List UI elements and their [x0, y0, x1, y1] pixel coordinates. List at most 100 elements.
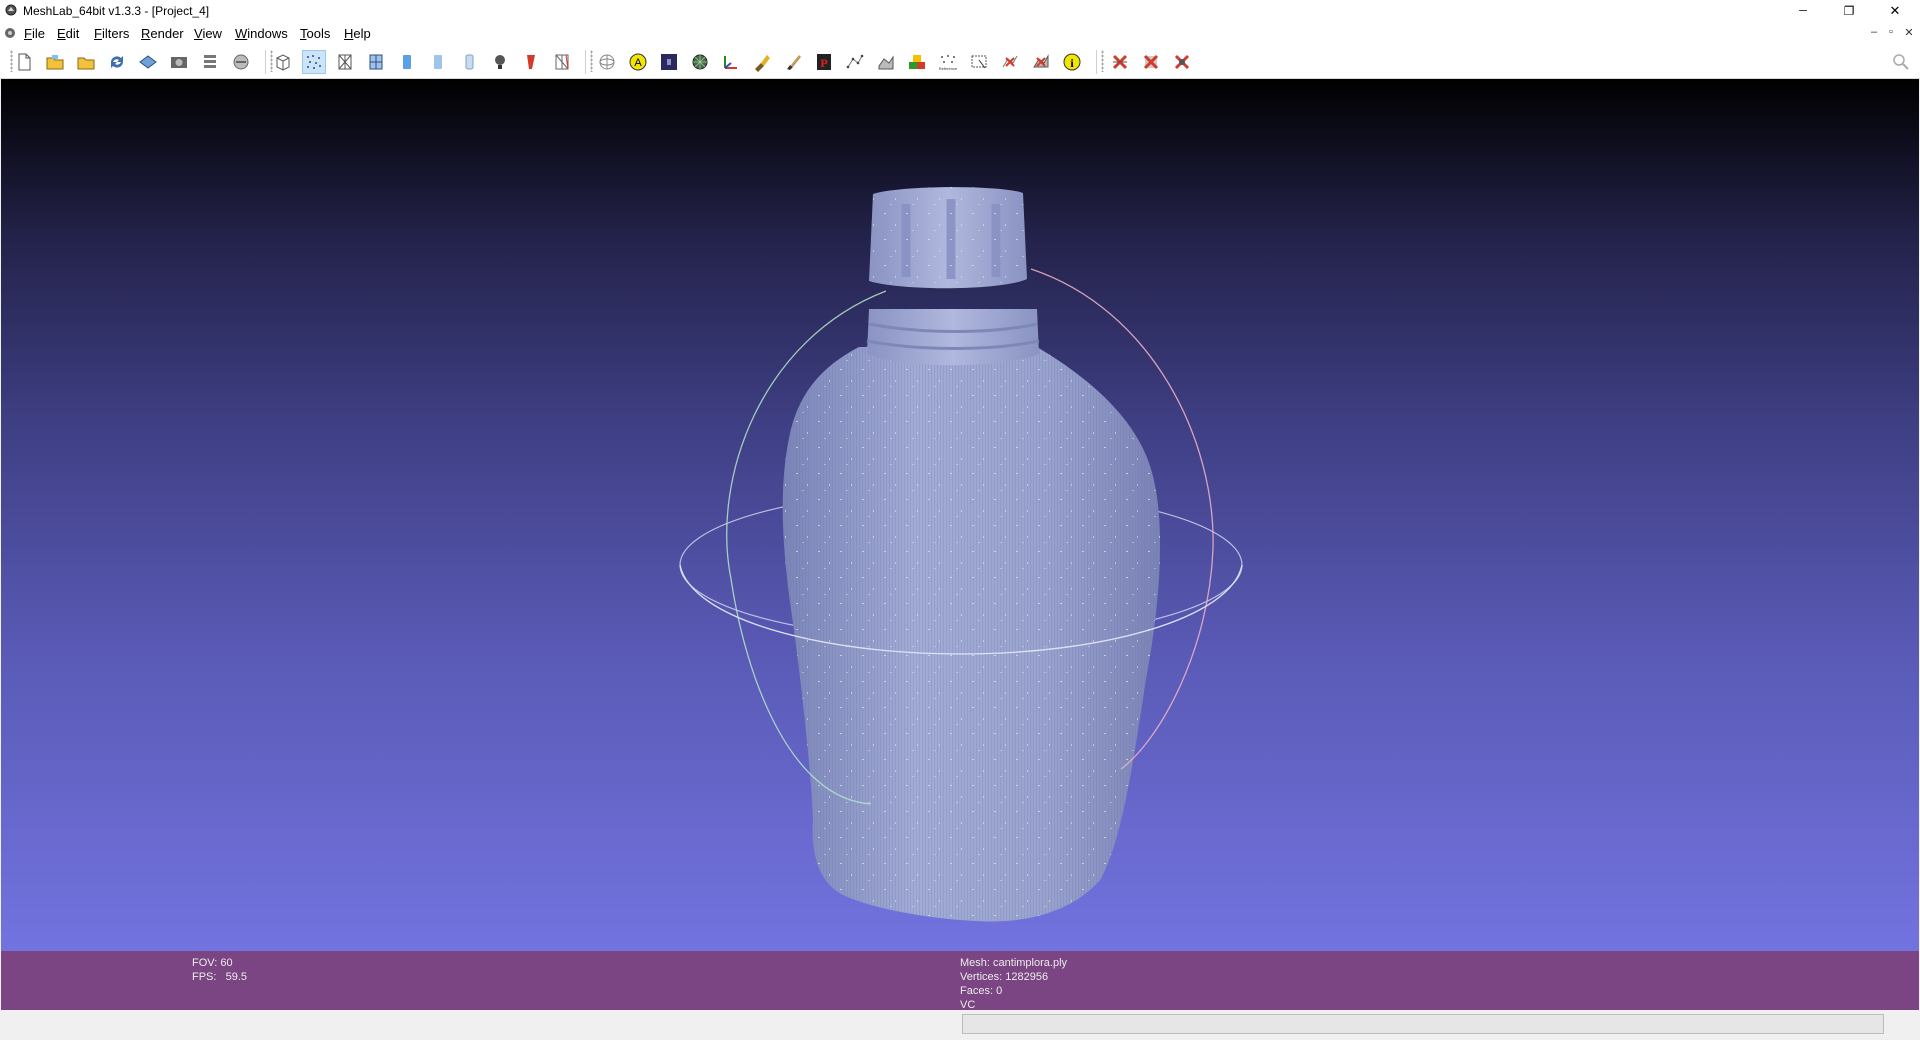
backface-button[interactable]	[550, 50, 574, 74]
3d-viewport[interactable]	[1, 79, 1919, 951]
toolbar-separator	[265, 50, 266, 74]
flat-lines-button[interactable]	[395, 50, 419, 74]
delete-faces-button[interactable]	[998, 50, 1022, 74]
reload-icon	[111, 56, 123, 68]
select-area-button[interactable]	[967, 50, 991, 74]
pdf-button[interactable]: P	[812, 50, 836, 74]
smooth-button[interactable]	[457, 50, 481, 74]
brush-button[interactable]	[781, 50, 805, 74]
measure-image-button[interactable]	[657, 50, 681, 74]
menu-help[interactable]: Help	[344, 26, 371, 41]
axis-button[interactable]	[719, 50, 743, 74]
toolbar-separator	[1096, 50, 1097, 74]
vertices-readout: Vertices: 1282956	[960, 971, 1049, 983]
fps-readout: FPS: 59.5	[192, 971, 248, 983]
delete-faces-icon	[1002, 55, 1018, 68]
bounding-box-button[interactable]	[271, 50, 295, 74]
menu-view[interactable]: View	[194, 26, 222, 41]
delete-all-x-icon	[1174, 54, 1190, 70]
delete-faces-x-icon	[1143, 54, 1159, 70]
flat-icon	[434, 55, 442, 69]
menu-file[interactable]: File	[24, 26, 45, 41]
menu-edit[interactable]: Edit	[57, 26, 79, 41]
menu-filters[interactable]: Filters	[94, 26, 129, 41]
paint-button[interactable]	[750, 50, 774, 74]
reference-button[interactable]: Reference	[936, 50, 960, 74]
double-light-button[interactable]	[519, 50, 543, 74]
paint-icon	[755, 55, 770, 72]
menu-tools[interactable]: Tools	[300, 26, 330, 41]
double-light-icon	[527, 55, 535, 69]
wireframe-icon	[338, 54, 352, 70]
mdi-document-icon[interactable]	[4, 27, 16, 39]
mdi-restore-button[interactable]: ▫	[1884, 25, 1898, 39]
save-button[interactable]	[136, 50, 160, 74]
points-icon	[307, 55, 321, 69]
open-project-icon	[46, 55, 64, 70]
annotation-button[interactable]: A	[626, 50, 650, 74]
search-icon	[1893, 54, 1909, 70]
delete-vertices-button[interactable]	[1029, 50, 1053, 74]
menu-windows[interactable]: Windows	[235, 26, 288, 41]
restore-button[interactable]: ❐	[1826, 0, 1872, 22]
vertex-color-readout: VC	[960, 999, 976, 1009]
delete-all-selected-button[interactable]	[1170, 50, 1194, 74]
trackball-icon	[599, 54, 615, 70]
light-button[interactable]	[488, 50, 512, 74]
select-faces-icon	[878, 55, 894, 70]
search-button[interactable]	[1889, 50, 1913, 74]
hidden-lines-icon	[369, 54, 383, 70]
select-faces-button[interactable]	[874, 50, 898, 74]
annotation-icon: A	[629, 53, 647, 71]
delete-selected-vertices-button[interactable]	[1108, 50, 1132, 74]
select-vertices-button[interactable]	[843, 50, 867, 74]
texture-icon	[692, 54, 708, 70]
flat-button[interactable]	[426, 50, 450, 74]
delete-vertices-x-icon	[1112, 54, 1128, 70]
smooth-icon	[465, 54, 474, 70]
points-button[interactable]	[302, 50, 326, 74]
open-mesh-button[interactable]	[74, 50, 98, 74]
toolbar-grip[interactable]	[590, 50, 593, 72]
delete-vertices-icon	[1033, 54, 1049, 68]
reload-button[interactable]	[105, 50, 129, 74]
fps-value: 59.5	[225, 971, 248, 983]
pdf-icon: P	[817, 54, 831, 70]
mdi-minimize-button[interactable]: –	[1867, 25, 1881, 39]
snapshot-button[interactable]	[167, 50, 191, 74]
open-project-button[interactable]	[43, 50, 67, 74]
window-title: MeshLab_64bit v1.3.3 - [Project_4]	[23, 4, 210, 18]
svg-text:P: P	[820, 56, 827, 70]
reference-icon: Reference	[939, 55, 958, 71]
close-button[interactable]: ✕	[1872, 0, 1918, 22]
axis-icon	[724, 56, 737, 69]
open-mesh-icon	[77, 57, 95, 70]
canteen-neck	[867, 309, 1039, 366]
fov-readout: FOV: 60	[192, 957, 233, 969]
minimize-button[interactable]: ─	[1780, 0, 1826, 22]
vertices-value: 1282956	[1005, 971, 1049, 983]
title-bar: MeshLab_64bit v1.3.3 - [Project_4] ─ ❐ ✕	[0, 0, 1920, 22]
minimize-icon: ─	[1799, 5, 1807, 17]
new-project-button[interactable]	[12, 50, 36, 74]
log-button[interactable]	[229, 50, 253, 74]
wireframe-button[interactable]	[333, 50, 357, 74]
info-icon: i	[1063, 53, 1081, 71]
texture-button[interactable]	[688, 50, 712, 74]
layers-button[interactable]	[198, 50, 222, 74]
toolbar-separator	[585, 50, 586, 74]
faces-readout: Faces: 0	[960, 985, 1003, 997]
info-panel: FOV: 60 FPS: 59.5 Mesh: cantimplora.ply …	[1, 951, 1919, 1010]
close-icon: ✕	[1889, 3, 1901, 18]
info-button[interactable]: i	[1060, 50, 1084, 74]
menu-render[interactable]: Render	[141, 26, 184, 41]
trackball-button[interactable]	[595, 50, 619, 74]
delete-selected-faces-button[interactable]	[1139, 50, 1163, 74]
mdi-close-button[interactable]: ✕	[1902, 25, 1916, 39]
hidden-lines-button[interactable]	[364, 50, 388, 74]
mesh-scene	[679, 187, 1243, 922]
mesh-name-readout: Mesh: cantimplora.ply	[960, 957, 1068, 969]
color-button[interactable]	[905, 50, 929, 74]
restore-icon: ❐	[1843, 4, 1855, 18]
toolbar-grip[interactable]	[1101, 50, 1104, 72]
